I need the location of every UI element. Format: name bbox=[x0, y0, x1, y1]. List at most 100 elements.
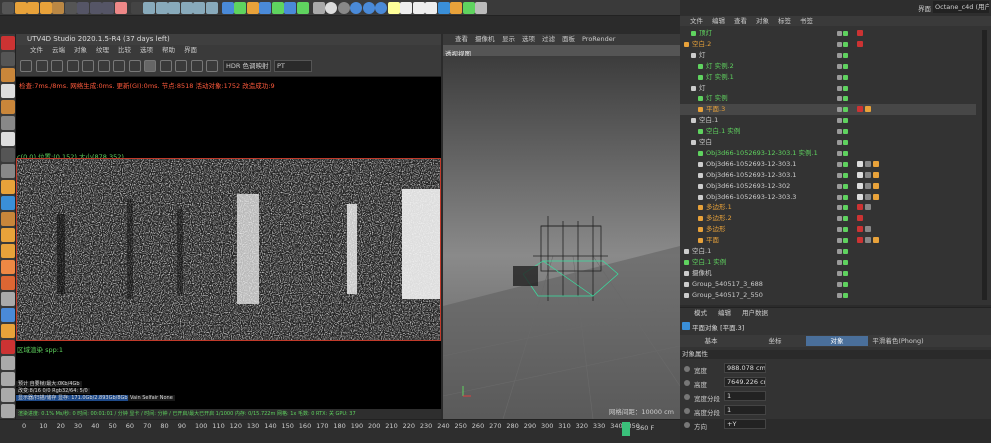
tag-icon[interactable] bbox=[865, 226, 871, 233]
tag-icon[interactable] bbox=[857, 182, 863, 189]
clay-icon[interactable] bbox=[190, 60, 203, 72]
visibility-icon[interactable] bbox=[837, 150, 842, 156]
visibility-icon[interactable] bbox=[837, 52, 842, 58]
visibility-icon[interactable] bbox=[837, 107, 842, 113]
tag-icon[interactable] bbox=[857, 30, 863, 36]
enable-check-icon[interactable] bbox=[843, 194, 848, 200]
enable-check-icon[interactable] bbox=[843, 216, 848, 222]
tool-icon[interactable] bbox=[1, 52, 15, 66]
live-viewer-menu-item[interactable]: 帮助 bbox=[162, 45, 175, 56]
pin-icon[interactable] bbox=[175, 60, 187, 72]
sphere-icon[interactable] bbox=[362, 2, 375, 14]
tool-icon[interactable] bbox=[1, 84, 15, 98]
visibility-icon[interactable] bbox=[837, 161, 842, 167]
render-view-icon[interactable] bbox=[155, 2, 168, 14]
keyframe-dot-icon[interactable] bbox=[684, 422, 690, 428]
tool-icon[interactable] bbox=[1, 196, 15, 210]
attribute-field-input[interactable]: +Y bbox=[724, 419, 766, 429]
sphere-icon[interactable] bbox=[375, 2, 387, 14]
enable-check-icon[interactable] bbox=[843, 172, 848, 178]
cube-icon[interactable] bbox=[221, 2, 234, 14]
tag-icon[interactable] bbox=[857, 204, 863, 211]
visibility-icon[interactable] bbox=[837, 281, 842, 287]
object-row[interactable]: 灯 实例 bbox=[680, 93, 976, 104]
subdivision-icon[interactable] bbox=[246, 2, 259, 14]
film-icon[interactable] bbox=[66, 60, 79, 72]
lock-icon[interactable] bbox=[97, 60, 110, 72]
tag-icon[interactable] bbox=[873, 160, 879, 167]
attribute-field-input[interactable]: 1 bbox=[724, 391, 766, 401]
scale-icon[interactable] bbox=[27, 2, 39, 14]
enable-check-icon[interactable] bbox=[843, 227, 848, 233]
tag-icon[interactable] bbox=[857, 215, 863, 222]
object-tree-scrollbar[interactable] bbox=[982, 30, 987, 300]
y-axis-icon[interactable] bbox=[89, 2, 102, 14]
move-icon[interactable] bbox=[14, 2, 27, 14]
z-axis-icon[interactable] bbox=[102, 2, 114, 14]
attribute-subtab[interactable]: 基本 bbox=[680, 336, 742, 346]
object-row[interactable]: 空白.1 实例 bbox=[680, 257, 976, 268]
enable-check-icon[interactable] bbox=[843, 161, 848, 167]
tag-icon[interactable] bbox=[857, 193, 863, 200]
tag-icon[interactable] bbox=[857, 237, 863, 244]
enable-check-icon[interactable] bbox=[843, 31, 848, 36]
fire-icon[interactable] bbox=[450, 2, 462, 14]
tool-icon[interactable] bbox=[1, 132, 15, 146]
viewport-menu-item[interactable]: 显示 bbox=[502, 34, 515, 45]
object-row[interactable]: Group_540517_3_688 bbox=[680, 279, 976, 290]
object-row[interactable]: 空白.2 bbox=[680, 39, 976, 50]
tool-icon[interactable] bbox=[1, 68, 15, 82]
region-icon[interactable] bbox=[144, 60, 156, 72]
attribute-tab[interactable]: 编辑 bbox=[718, 308, 731, 318]
keyframe-dot-icon[interactable] bbox=[684, 394, 690, 400]
visibility-icon[interactable] bbox=[837, 85, 842, 91]
object-manager-menu-item[interactable]: 书签 bbox=[800, 16, 813, 26]
viewport-menu-item[interactable]: 面板 bbox=[562, 34, 575, 45]
object-row[interactable]: Obj3d66-1052693-12-303.1 实例.1 bbox=[680, 148, 976, 159]
tool-icon[interactable] bbox=[1, 292, 15, 306]
tool-icon[interactable] bbox=[1, 404, 15, 418]
camera-icon[interactable] bbox=[284, 2, 296, 14]
live-viewer-menu-item[interactable]: 选项 bbox=[140, 45, 153, 56]
tag-icon[interactable] bbox=[873, 193, 879, 200]
enable-check-icon[interactable] bbox=[843, 85, 848, 91]
enable-check-icon[interactable] bbox=[843, 96, 848, 102]
keyframe-dot-icon[interactable] bbox=[684, 408, 690, 414]
tool-icon[interactable] bbox=[1, 100, 15, 114]
x-axis-icon[interactable] bbox=[77, 2, 89, 14]
tag-icon[interactable] bbox=[865, 160, 871, 167]
visibility-icon[interactable] bbox=[837, 140, 842, 145]
light-icon[interactable] bbox=[296, 2, 309, 14]
tag-icon[interactable] bbox=[865, 237, 871, 244]
disc-icon[interactable] bbox=[425, 2, 437, 14]
visibility-icon[interactable] bbox=[837, 249, 842, 254]
visibility-icon[interactable] bbox=[837, 194, 842, 200]
object-manager-menu-item[interactable]: 文件 bbox=[690, 16, 703, 26]
gear-icon[interactable] bbox=[82, 60, 94, 72]
enable-check-icon[interactable] bbox=[843, 74, 848, 80]
visibility-icon[interactable] bbox=[837, 74, 842, 80]
object-row[interactable]: Obj3d66-1052693-12-302 bbox=[680, 181, 976, 192]
tool-icon[interactable] bbox=[1, 372, 15, 386]
hdr-tonemap-select[interactable]: HDR 色调映射 bbox=[223, 60, 271, 72]
enable-check-icon[interactable] bbox=[843, 107, 848, 113]
attribute-subtab[interactable]: 坐标 bbox=[744, 336, 806, 346]
lock-icon[interactable] bbox=[113, 60, 125, 72]
object-row[interactable]: 空白 bbox=[680, 137, 976, 148]
eye-icon[interactable] bbox=[206, 60, 218, 72]
enable-check-icon[interactable] bbox=[843, 140, 848, 145]
disc-icon[interactable] bbox=[437, 2, 450, 14]
keyframe-dot-icon[interactable] bbox=[684, 380, 690, 386]
attribute-field-input[interactable]: 988.078 cm bbox=[724, 363, 766, 373]
kernel-select[interactable]: PT bbox=[274, 60, 312, 72]
object-row[interactable]: 灯 实例.1 bbox=[680, 72, 976, 83]
enable-check-icon[interactable] bbox=[843, 238, 848, 244]
visibility-icon[interactable] bbox=[837, 259, 842, 265]
lock-icon[interactable] bbox=[64, 2, 77, 14]
enable-check-icon[interactable] bbox=[843, 41, 848, 47]
rotate-icon[interactable] bbox=[39, 2, 52, 14]
object-row[interactable]: Obj3d66-1052693-12-303.3 bbox=[680, 192, 976, 203]
anim-icon[interactable] bbox=[193, 2, 205, 14]
tag-icon[interactable] bbox=[873, 237, 879, 244]
live-viewer-menu-item[interactable]: 界面 bbox=[184, 45, 197, 56]
